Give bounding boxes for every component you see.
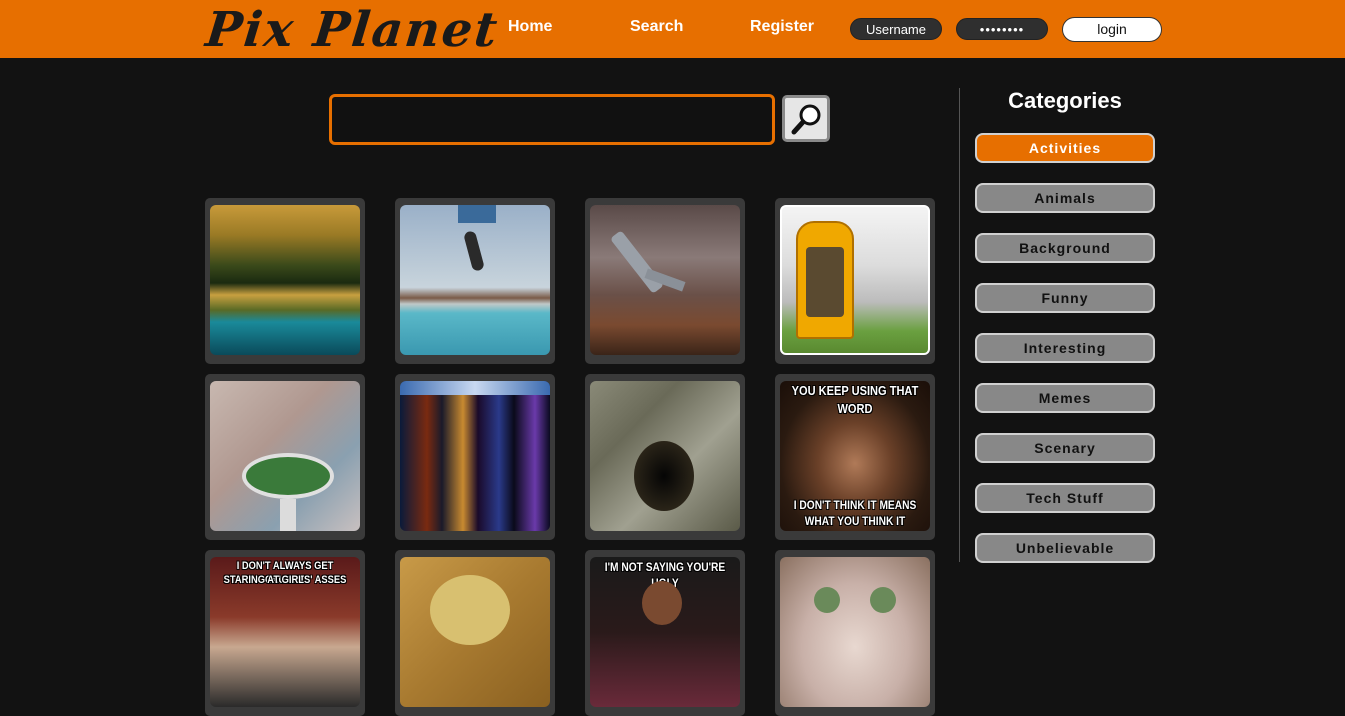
category-unbelievable-button[interactable]: Unbelievable [975,533,1155,563]
meme-bottom-text-line-2: WHAT YOU THINK IT MEANS [804,514,906,531]
shelter-window [806,247,844,317]
category-animals-button[interactable]: Animals [975,183,1155,213]
meme-bottom-text-line-1: I DON'T THINK IT MEANS [793,498,917,512]
category-memes-button[interactable]: Memes [975,383,1155,413]
tower-stem [280,499,296,531]
search-input[interactable] [329,94,775,145]
pool-dive-image[interactable] [400,205,550,355]
login-button[interactable]: login [1062,17,1162,42]
category-background-button[interactable]: Background [975,233,1155,263]
meme-top-text-line-2: STARING AT GIRLS' ASSES [223,574,347,586]
smiling-cat-image[interactable] [780,557,930,707]
lake-reflection-image[interactable] [210,205,360,355]
gallery-tile[interactable] [205,198,365,364]
sinkhole [634,441,694,511]
gallery-tile[interactable] [585,374,745,540]
gallery-tile[interactable] [775,550,935,716]
password-input[interactable]: •••••••• [956,18,1048,40]
plane-fuselage [609,230,665,294]
meme-top-text-line-1: YOU KEEP USING THAT [791,383,919,398]
categories-title: Categories [1008,88,1122,113]
category-activities-button[interactable]: Activities [975,133,1155,163]
tennis-court [242,453,334,499]
crashed-plane-image[interactable] [590,205,740,355]
gallery-tile[interactable]: I DON'T ALWAYS GET CAUGHT STARING AT GIR… [205,550,365,716]
gallery-tile[interactable] [395,374,555,540]
nav-search-link[interactable]: Search [630,18,683,36]
helipad-tennis-image[interactable] [210,381,360,531]
inigo-meme-image[interactable]: YOU KEEP USING THAT WORD I DON'T THINK I… [780,381,930,531]
diving-platform [458,205,496,223]
sinkhole-image[interactable] [590,381,740,531]
chappelle-meme-image[interactable]: I'M NOT SAYING YOU'RE UGLY [590,557,740,707]
gallery-tile[interactable] [395,550,555,716]
sidebar-divider [959,88,960,562]
nav-home-link[interactable]: Home [508,18,552,36]
planets-panels-image[interactable] [400,381,550,531]
gallery-tile[interactable]: YOU KEEP USING THAT WORD I DON'T THINK I… [775,374,935,540]
potato-yoda-image[interactable] [400,557,550,707]
username-input[interactable]: Username [850,18,942,40]
gallery-tile[interactable] [775,198,935,364]
category-interesting-button[interactable]: Interesting [975,333,1155,363]
magnifier-icon [791,104,821,135]
category-scenary-button[interactable]: Scenary [975,433,1155,463]
category-tech-stuff-button[interactable]: Tech Stuff [975,483,1155,513]
potato-head [430,575,510,645]
gallery-tile[interactable] [205,374,365,540]
sky-band [400,381,550,395]
site-logo[interactable]: Pix Planet [203,2,502,58]
search-button[interactable] [782,95,830,142]
nav-register-link[interactable]: Register [750,18,814,36]
bus-stop-image[interactable] [780,205,930,355]
face [642,581,682,625]
category-funny-button[interactable]: Funny [975,283,1155,313]
interesting-man-meme-image[interactable]: I DON'T ALWAYS GET CAUGHT STARING AT GIR… [210,557,360,707]
diver-figure [463,230,485,272]
cat-eye-left [814,587,840,613]
meme-top-text-line-2: WORD [837,401,873,416]
gallery-tile[interactable] [585,198,745,364]
top-bar: Pix Planet Home Search Register Username… [0,0,1345,58]
gallery-tile[interactable] [395,198,555,364]
gallery-tile[interactable]: I'M NOT SAYING YOU'RE UGLY [585,550,745,716]
cat-eye-right [870,587,896,613]
